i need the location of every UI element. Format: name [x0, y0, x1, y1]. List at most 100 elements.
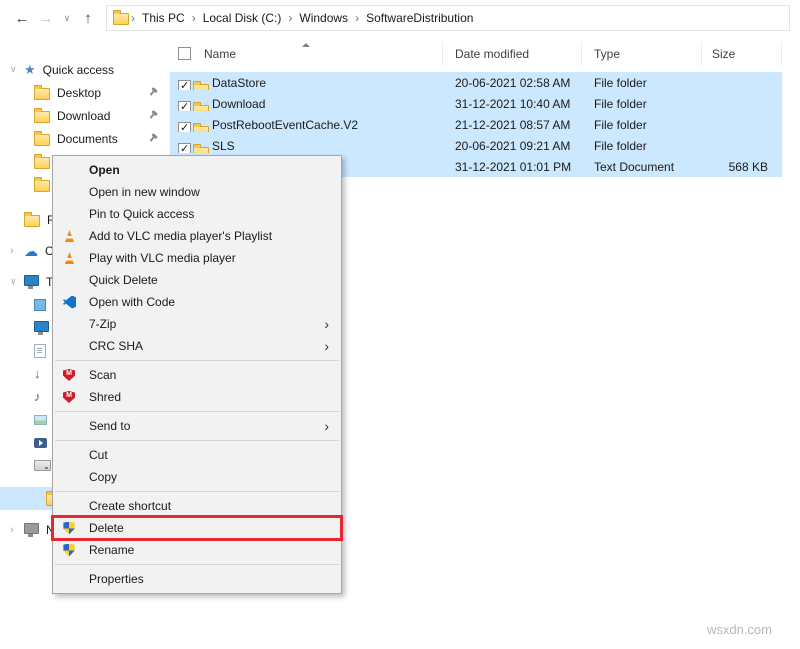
column-header-date-modified[interactable]: Date modified: [443, 42, 582, 66]
name-cell: Download: [170, 97, 443, 111]
table-row[interactable]: Download 31-12-2021 10:40 AM File folder: [170, 93, 782, 114]
row-checkbox[interactable]: [178, 122, 191, 132]
breadcrumb-softwaredistribution[interactable]: SoftwareDistribution: [361, 11, 478, 25]
menu-item-quick-delete[interactable]: Quick Delete: [53, 269, 341, 291]
menu-item-label: Properties: [89, 572, 144, 586]
red-shield-icon: [63, 391, 75, 403]
chevron-expanded-icon[interactable]: [10, 64, 17, 75]
sidebar-item-desktop[interactable]: Desktop: [0, 81, 170, 104]
breadcrumb-chevron-icon: [129, 11, 137, 25]
menu-item-label: Open with Code: [89, 295, 175, 309]
computer-icon: [24, 275, 39, 286]
back-icon[interactable]: [10, 10, 34, 27]
file-type: File folder: [582, 76, 702, 90]
table-row[interactable]: DataStore 20-06-2021 02:58 AM File folde…: [170, 72, 782, 93]
chevron-collapsed-icon[interactable]: [10, 524, 14, 536]
uac-shield-icon: [63, 544, 75, 557]
menu-item-scan[interactable]: Scan: [53, 364, 341, 386]
pin-icon: [146, 108, 160, 122]
menu-separator: [55, 440, 339, 441]
menu-item-create-shortcut[interactable]: Create shortcut: [53, 495, 341, 517]
name-cell: PostRebootEventCache.V2: [170, 118, 443, 132]
breadcrumb-local-disk[interactable]: Local Disk (C:): [198, 11, 287, 25]
name-cell: SLS: [170, 139, 443, 153]
folder-icon: [34, 111, 50, 123]
desktop-icon: [34, 321, 49, 332]
explorer-window: { "watermark": "wsxdn.com", "toolbar": {…: [0, 0, 800, 649]
address-bar[interactable]: This PC Local Disk (C:) Windows Software…: [106, 5, 790, 31]
menu-separator: [55, 411, 339, 412]
menu-item-copy[interactable]: Copy: [53, 466, 341, 488]
menu-item-label: Delete: [89, 521, 124, 535]
sidebar-item-label: Quick access: [43, 63, 114, 77]
sidebar-item-download[interactable]: Download: [0, 104, 170, 127]
menu-item-vlc-play[interactable]: Play with VLC media player: [53, 247, 341, 269]
sidebar-item-documents[interactable]: Documents: [0, 127, 170, 150]
date-modified: 20-06-2021 09:21 AM: [443, 139, 582, 153]
sidebar-item-label: Desktop: [57, 86, 101, 100]
menu-item-properties[interactable]: Properties: [53, 568, 341, 590]
sidebar-item-quick-access[interactable]: Quick access: [0, 58, 170, 81]
breadcrumb-this-pc[interactable]: This PC: [137, 11, 190, 25]
column-header-size[interactable]: Size: [702, 42, 782, 66]
menu-item-rename[interactable]: Rename: [53, 539, 341, 561]
menu-item-open-new-window[interactable]: Open in new window: [53, 181, 341, 203]
menu-item-7zip[interactable]: 7-Zip: [53, 313, 341, 335]
menu-item-pin-to-quick-access[interactable]: Pin to Quick access: [53, 203, 341, 225]
menu-item-label: Send to: [89, 419, 130, 433]
row-checkbox[interactable]: [178, 101, 191, 111]
file-name: PostRebootEventCache.V2: [212, 118, 358, 132]
up-icon[interactable]: [76, 10, 100, 27]
folder-icon: [24, 215, 40, 227]
file-type: File folder: [582, 97, 702, 111]
select-all-checkbox[interactable]: [178, 47, 191, 60]
onedrive-cloud-icon: [24, 244, 38, 258]
file-type: File folder: [582, 118, 702, 132]
menu-item-label: Play with VLC media player: [89, 251, 236, 265]
menu-item-label: Quick Delete: [89, 273, 158, 287]
menu-item-send-to[interactable]: Send to: [53, 415, 341, 437]
folder-icon: [34, 134, 50, 146]
recent-locations-chevron-icon[interactable]: [58, 13, 76, 24]
downloads-icon: [34, 367, 41, 380]
star-icon: [24, 63, 36, 76]
file-name: DataStore: [212, 76, 266, 90]
menu-item-delete[interactable]: Delete: [53, 517, 341, 539]
table-row[interactable]: SLS 20-06-2021 09:21 AM File folder: [170, 135, 782, 156]
sidebar-item-label: Documents: [57, 132, 118, 146]
submenu-arrow-icon: [324, 339, 329, 353]
breadcrumb-windows[interactable]: Windows: [294, 11, 353, 25]
local-disk-icon: [34, 460, 51, 471]
submenu-arrow-icon: [324, 317, 329, 331]
menu-item-label: CRC SHA: [89, 339, 143, 353]
menu-item-open[interactable]: Open: [53, 159, 341, 181]
forward-icon[interactable]: [34, 10, 58, 27]
file-name: Download: [212, 97, 265, 111]
table-row[interactable]: PostRebootEventCache.V2 21-12-2021 08:57…: [170, 114, 782, 135]
chevron-expanded-icon[interactable]: [10, 276, 17, 287]
date-modified: 20-06-2021 02:58 AM: [443, 76, 582, 90]
date-modified: 31-12-2021 10:40 AM: [443, 97, 582, 111]
row-checkbox[interactable]: [178, 80, 191, 90]
menu-item-vlc-add-playlist[interactable]: Add to VLC media player's Playlist: [53, 225, 341, 247]
menu-item-open-with-code[interactable]: Open with Code: [53, 291, 341, 313]
menu-item-label: Add to VLC media player's Playlist: [89, 229, 272, 243]
menu-separator: [55, 491, 339, 492]
menu-item-shred[interactable]: Shred: [53, 386, 341, 408]
chevron-collapsed-icon[interactable]: [10, 245, 14, 257]
folder-icon: [193, 126, 209, 132]
context-menu: Open Open in new window Pin to Quick acc…: [52, 155, 342, 594]
pictures-icon: [34, 415, 47, 425]
watermark: wsxdn.com: [707, 622, 772, 637]
menu-separator: [55, 360, 339, 361]
column-header-type[interactable]: Type: [582, 42, 702, 66]
submenu-arrow-icon: [324, 419, 329, 433]
breadcrumb-chevron-icon: [353, 11, 361, 25]
menu-item-crc-sha[interactable]: CRC SHA: [53, 335, 341, 357]
menu-item-cut[interactable]: Cut: [53, 444, 341, 466]
menu-item-label: Open: [89, 163, 120, 177]
row-checkbox[interactable]: [178, 143, 191, 153]
breadcrumb-chevron-icon: [190, 11, 198, 25]
red-shield-icon: [63, 369, 75, 381]
network-icon: [24, 523, 39, 534]
